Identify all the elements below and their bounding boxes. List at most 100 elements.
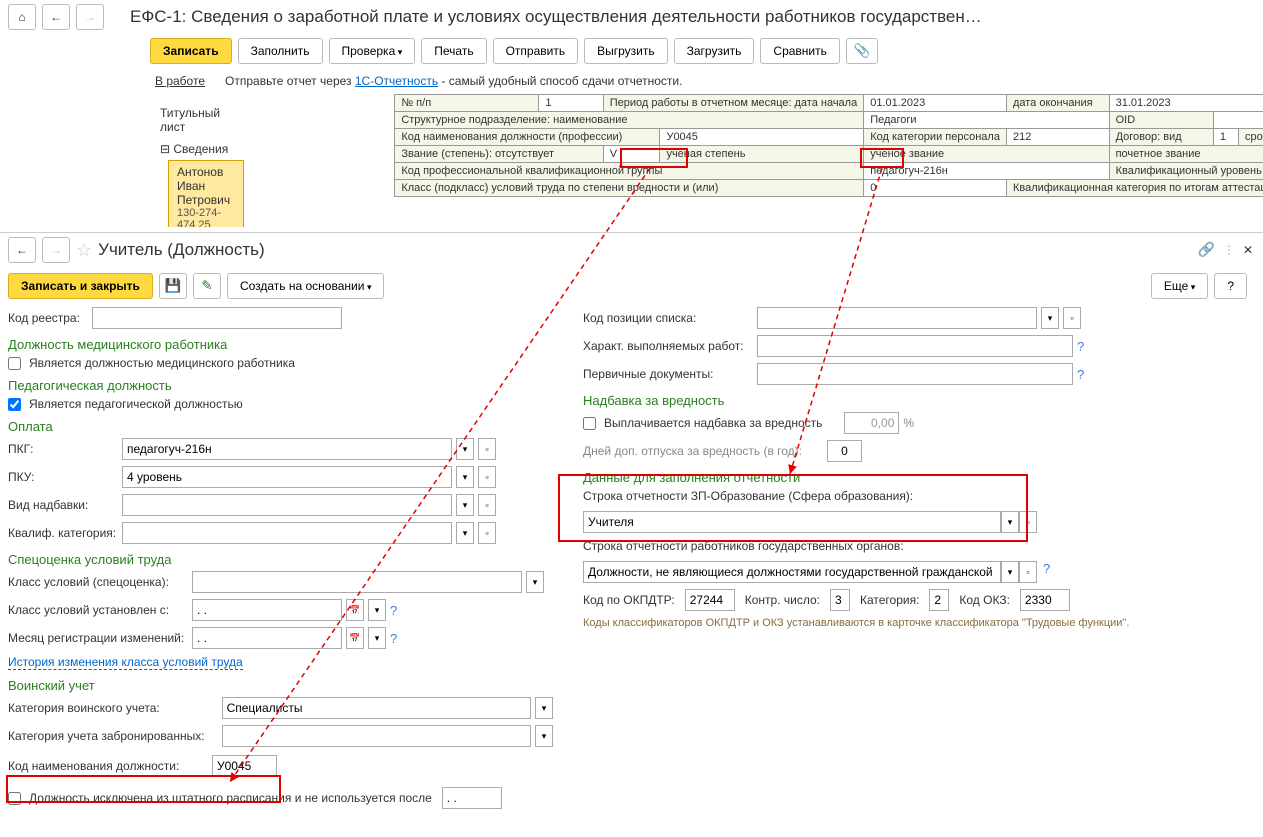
allow-label: Вид надбавки:: [8, 498, 118, 512]
back-icon[interactable]: ←: [8, 237, 36, 263]
haz-checkbox[interactable]: [583, 417, 596, 430]
mil-res-input[interactable]: [222, 725, 531, 747]
check-button[interactable]: Проверка: [329, 38, 416, 64]
docs-input[interactable]: [757, 363, 1073, 385]
pku-open[interactable]: ▫: [478, 466, 496, 488]
gov-drop[interactable]: ▾: [1001, 561, 1019, 583]
docs-hint[interactable]: ?: [1077, 367, 1084, 382]
grid-cat-code: 212: [1006, 129, 1109, 146]
pkg-open[interactable]: ▫: [478, 438, 496, 460]
gov-label: Строка отчетности работников государстве…: [583, 539, 904, 553]
vac-input[interactable]: [827, 440, 862, 462]
allow-drop[interactable]: ▾: [456, 494, 474, 516]
print-button[interactable]: Печать: [421, 38, 486, 64]
star-icon[interactable]: ☆: [76, 240, 92, 261]
status-post: - самый удобный способ сдачи отчетности.: [441, 74, 682, 88]
ped-title: Педагогическая должность: [8, 378, 553, 393]
nav-back-icon[interactable]: ←: [42, 4, 70, 30]
post-code-label: Код наименования должности:: [8, 759, 208, 773]
status-link[interactable]: В работе: [155, 74, 205, 88]
zp-input[interactable]: [583, 511, 1001, 533]
month-reg-hint[interactable]: ?: [390, 631, 397, 646]
class-set-input[interactable]: [192, 599, 342, 621]
zp-label: Строка отчетности ЗП-Образование (Сфера …: [583, 489, 913, 503]
ped-checkbox[interactable]: [8, 398, 21, 411]
pkg-drop[interactable]: ▾: [456, 438, 474, 460]
class-set-hint[interactable]: ?: [390, 603, 397, 618]
fwd-icon[interactable]: →: [42, 237, 70, 263]
ctrl-input[interactable]: [830, 589, 850, 611]
tree-title-page[interactable]: Титульный лист: [152, 102, 244, 138]
mil-res-drop[interactable]: ▾: [535, 725, 553, 747]
month-reg-label: Месяц регистрации изменений:: [8, 631, 188, 645]
attach-icon[interactable]: 📎: [846, 38, 878, 64]
grid-post-code: У0045: [660, 129, 864, 146]
excluded-date[interactable]: [442, 787, 502, 809]
create-based-button[interactable]: Создать на основании: [227, 273, 385, 299]
pos-drop[interactable]: ▾: [1041, 307, 1059, 329]
reporting-link[interactable]: 1С-Отчетность: [355, 74, 438, 88]
work-hint[interactable]: ?: [1077, 339, 1084, 354]
compare-button[interactable]: Сравнить: [760, 38, 839, 64]
med-checkbox[interactable]: [8, 357, 21, 370]
page-title: ЕФС-1: Сведения о заработной плате и усл…: [130, 7, 982, 27]
chain-icon[interactable]: 🔗: [1198, 241, 1215, 258]
send-button[interactable]: Отправить: [493, 38, 579, 64]
export-button[interactable]: Выгрузить: [584, 38, 668, 64]
class-set-drop[interactable]: ▾: [368, 599, 386, 621]
qualcat-open[interactable]: ▫: [478, 522, 496, 544]
month-reg-cal[interactable]: 📅: [346, 627, 364, 649]
allow-open[interactable]: ▫: [478, 494, 496, 516]
class-set-cal[interactable]: 📅: [346, 599, 364, 621]
pos-open[interactable]: ▫: [1063, 307, 1081, 329]
home-icon[interactable]: ⌂: [8, 4, 36, 30]
qualcat-drop[interactable]: ▾: [456, 522, 474, 544]
month-reg-drop[interactable]: ▾: [368, 627, 386, 649]
gov-open[interactable]: ▫: [1019, 561, 1037, 583]
close-icon[interactable]: ✕: [1243, 243, 1253, 257]
write-button[interactable]: Записать: [150, 38, 232, 64]
zp-open[interactable]: ▫: [1019, 511, 1037, 533]
save-icon[interactable]: 💾: [159, 273, 187, 299]
cat-input[interactable]: [929, 589, 949, 611]
qualcat-input[interactable]: [122, 522, 452, 544]
gov-hint[interactable]: ?: [1043, 561, 1050, 583]
class-spec-input[interactable]: [192, 571, 522, 593]
month-reg-input[interactable]: [192, 627, 342, 649]
kebab-icon[interactable]: ⋮: [1223, 243, 1235, 257]
pku-drop[interactable]: ▾: [456, 466, 474, 488]
class-spec-drop[interactable]: ▾: [526, 571, 544, 593]
allow-input[interactable]: [122, 494, 452, 516]
work-input[interactable]: [757, 335, 1073, 357]
post-code-input[interactable]: [212, 755, 277, 777]
history-link[interactable]: История изменения класса условий труда: [8, 655, 243, 670]
mil-cat-drop[interactable]: ▾: [535, 697, 553, 719]
okpdtr-label: Код по ОКПДТР:: [583, 593, 675, 607]
mil-cat-input[interactable]: [222, 697, 531, 719]
registry-label: Код реестра:: [8, 311, 88, 325]
mil-title: Воинский учет: [8, 678, 553, 693]
haz-title: Надбавка за вредность: [583, 393, 1255, 408]
pkg-input[interactable]: [122, 438, 452, 460]
spec-title: Спецоценка условий труда: [8, 552, 553, 567]
nav-fwd-icon[interactable]: →: [76, 4, 104, 30]
help-button[interactable]: ?: [1214, 273, 1247, 299]
more-button[interactable]: Еще: [1151, 273, 1208, 299]
zp-drop[interactable]: ▾: [1001, 511, 1019, 533]
excluded-checkbox[interactable]: [8, 792, 21, 805]
pku-input[interactable]: [122, 466, 452, 488]
import-button[interactable]: Загрузить: [674, 38, 755, 64]
tree-person-1[interactable]: Антонов Иван Петрович 130-274-474 25: [168, 160, 244, 227]
rep-title: Данные для заполнения отчетности: [583, 470, 1255, 485]
save-close-button[interactable]: Записать и закрыть: [8, 273, 153, 299]
fill-button[interactable]: Заполнить: [238, 38, 323, 64]
pos-input[interactable]: [757, 307, 1037, 329]
registry-input[interactable]: [92, 307, 342, 329]
pku-label: ПКУ:: [8, 470, 118, 484]
tree-section[interactable]: ⊟ Сведения: [152, 138, 244, 160]
okpdtr-input[interactable]: [685, 589, 735, 611]
okz-input[interactable]: [1020, 589, 1070, 611]
gov-input[interactable]: [583, 561, 1001, 583]
haz-val[interactable]: [844, 412, 899, 434]
edit-icon[interactable]: ✎: [193, 273, 221, 299]
